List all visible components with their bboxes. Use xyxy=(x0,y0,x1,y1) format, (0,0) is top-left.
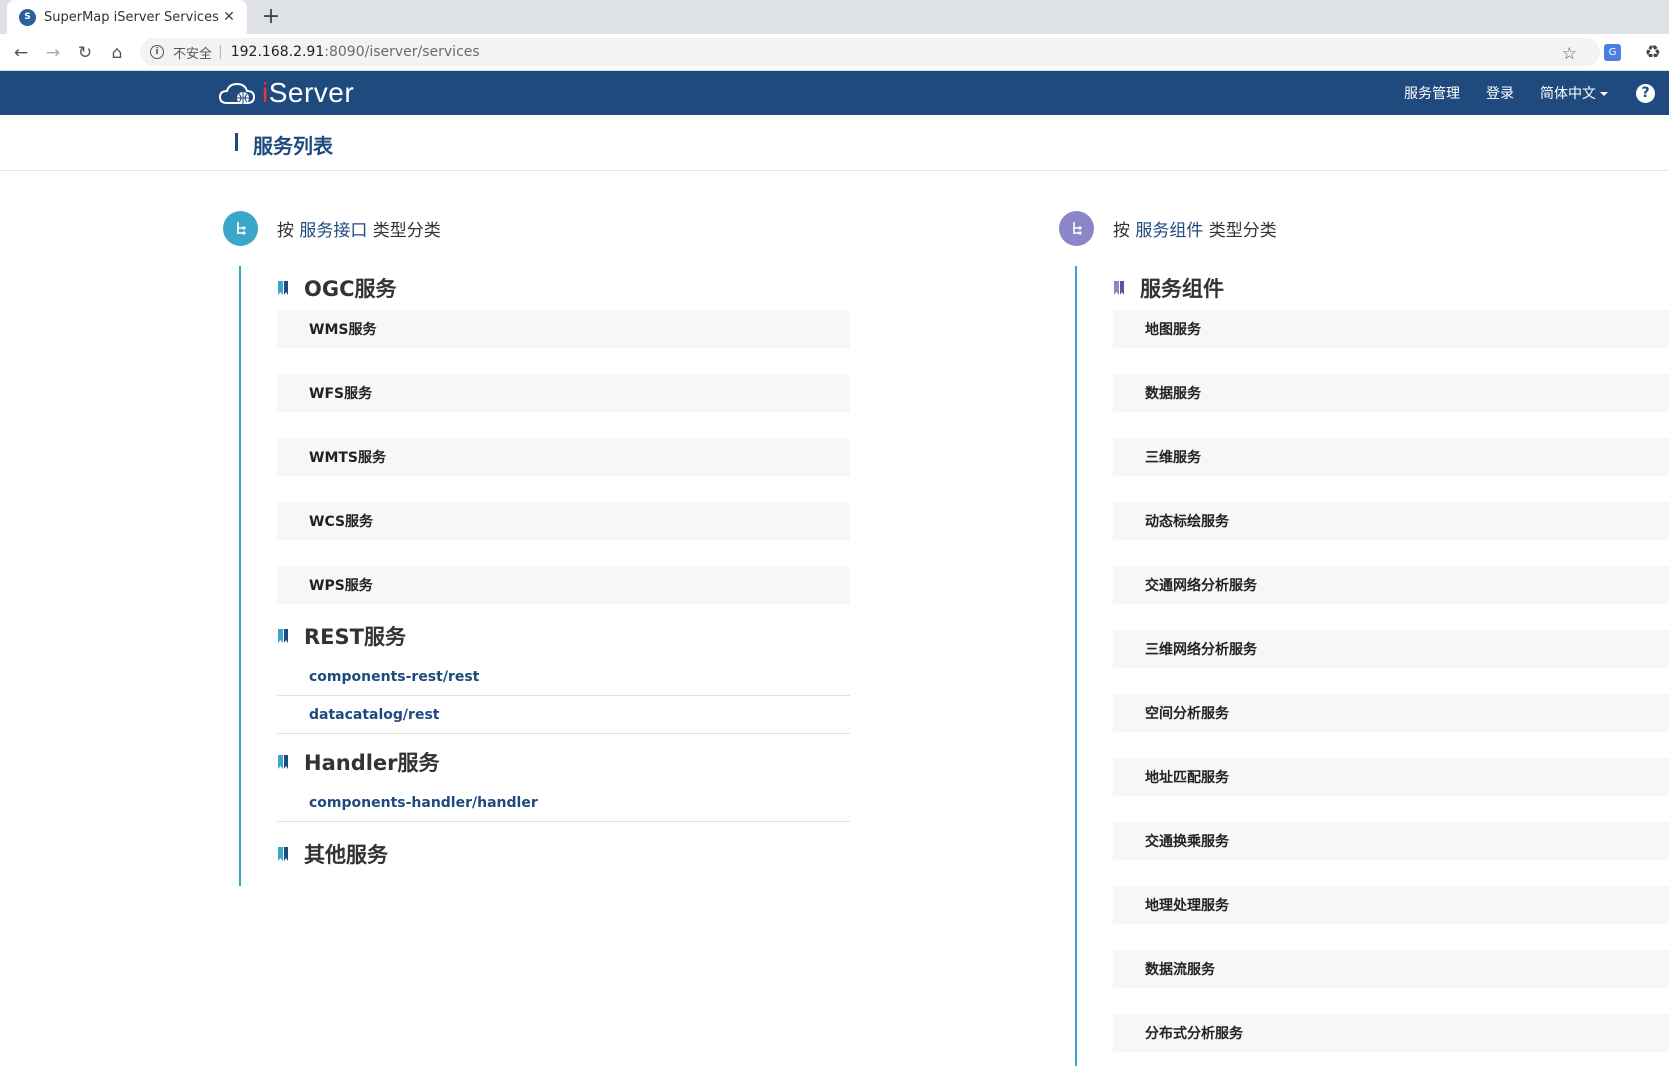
translate-extension-icon[interactable]: G xyxy=(1604,44,1621,61)
section-title: 其他服务 xyxy=(304,843,388,867)
logo-text: iServer xyxy=(262,77,355,108)
language-dropdown[interactable]: 简体中文 xyxy=(1540,83,1608,103)
browser-tabstrip: S SuperMap iServer Services ✕ + xyxy=(0,0,1669,34)
bookmark-icon xyxy=(278,628,288,643)
component-item-data-flow[interactable]: 数据流服务 xyxy=(1113,950,1669,988)
component-item-address-match[interactable]: 地址匹配服务 xyxy=(1113,758,1669,796)
tree-branch-icon xyxy=(1059,210,1094,246)
service-component-column: 按 服务组件 类型分类 服务组件 地图服务 数据服务 三维服务 动态标绘服务 交… xyxy=(1059,210,1669,1066)
header-nav: 服务管理 登录 简体中文 ? xyxy=(1378,71,1655,115)
service-item-wmts[interactable]: WMTS服务 xyxy=(277,438,850,476)
tab-title: SuperMap iServer Services xyxy=(44,9,219,25)
rest-link-components[interactable]: components-rest/rest xyxy=(277,658,850,696)
browser-toolbar: ← → ↻ ⌂ i 不安全 | 192.168.2.91 :8090/iserv… xyxy=(0,34,1669,71)
app-header: iServer 服务管理 登录 简体中文 ? xyxy=(0,71,1669,115)
section-heading: Handler服务 xyxy=(277,744,853,780)
column-heading: 按 服务接口 类型分类 xyxy=(223,210,853,246)
service-item-wps[interactable]: WPS服务 xyxy=(277,566,850,604)
component-item-spatial-analysis[interactable]: 空间分析服务 xyxy=(1113,694,1669,732)
component-item-data[interactable]: 数据服务 xyxy=(1113,374,1669,412)
ogc-group: OGC服务 WMS服务 WFS服务 WMTS服务 WCS服务 WPS服务 xyxy=(241,270,853,618)
tree-branch-icon xyxy=(223,210,258,246)
handler-link-components[interactable]: components-handler/handler xyxy=(277,784,850,822)
section-heading[interactable]: 其他服务 xyxy=(277,836,853,872)
section-heading: 服务组件 xyxy=(1113,270,1669,306)
handler-group: Handler服务 components-handler/handler xyxy=(241,738,853,826)
component-item-transfer[interactable]: 交通换乘服务 xyxy=(1113,822,1669,860)
info-icon[interactable]: i xyxy=(150,45,164,59)
service-interface-column: 按 服务接口 类型分类 OGC服务 WMS服务 WFS服务 WMTS服务 WCS… xyxy=(223,210,853,886)
caret-down-icon xyxy=(1600,92,1608,96)
insecure-label: 不安全 xyxy=(173,46,213,62)
component-item-3d[interactable]: 三维服务 xyxy=(1113,438,1669,476)
page-title: 服务列表 xyxy=(253,134,333,158)
section-heading: OGC服务 xyxy=(277,270,853,306)
tab-close-icon[interactable]: ✕ xyxy=(221,9,237,25)
address-bar[interactable]: i 不安全 | 192.168.2.91 :8090/iserver/servi… xyxy=(140,38,1600,66)
service-item-wms[interactable]: WMS服务 xyxy=(277,310,850,348)
url-path: :8090/iserver/services xyxy=(324,44,480,60)
component-item-distributed-analysis[interactable]: 分布式分析服务 xyxy=(1113,1014,1669,1052)
rest-group: REST服务 components-rest/rest datacatalog/… xyxy=(241,618,853,738)
url-host: 192.168.2.91 xyxy=(230,44,325,60)
browser-tab[interactable]: S SuperMap iServer Services ✕ xyxy=(7,0,247,34)
reload-icon[interactable]: ↻ xyxy=(73,41,97,65)
bookmark-icon xyxy=(278,754,288,769)
omnibox-divider: | xyxy=(218,44,223,60)
supermap-favicon-icon: S xyxy=(19,8,36,26)
section-title: Handler服务 xyxy=(304,751,440,775)
login-link[interactable]: 登录 xyxy=(1486,83,1514,103)
column-heading-text: 按 服务组件 类型分类 xyxy=(1113,220,1277,241)
bookmark-icon xyxy=(1114,280,1124,295)
other-group: 其他服务 xyxy=(241,826,853,880)
component-item-3d-network[interactable]: 三维网络分析服务 xyxy=(1113,630,1669,668)
title-marker xyxy=(235,133,238,151)
iserver-logo[interactable]: iServer xyxy=(218,76,354,110)
component-item-geoprocessing[interactable]: 地理处理服务 xyxy=(1113,886,1669,924)
column-heading: 按 服务组件 类型分类 xyxy=(1059,210,1669,246)
help-icon[interactable]: ? xyxy=(1636,83,1655,103)
section-title: REST服务 xyxy=(304,625,406,649)
section-title: OGC服务 xyxy=(304,277,397,301)
component-item-transport-network[interactable]: 交通网络分析服务 xyxy=(1113,566,1669,604)
page-title-bar: 服务列表 xyxy=(0,115,1669,171)
bookmark-icon xyxy=(278,846,288,861)
column-body: OGC服务 WMS服务 WFS服务 WMTS服务 WCS服务 WPS服务 RES… xyxy=(239,266,853,886)
service-item-wcs[interactable]: WCS服务 xyxy=(277,502,850,540)
component-item-plotting[interactable]: 动态标绘服务 xyxy=(1113,502,1669,540)
column-heading-text: 按 服务接口 类型分类 xyxy=(277,220,441,241)
bookmark-icon xyxy=(278,280,288,295)
component-item-map[interactable]: 地图服务 xyxy=(1113,310,1669,348)
forward-arrow-icon[interactable]: → xyxy=(41,41,65,65)
cloud-globe-icon xyxy=(218,82,256,104)
bookmark-star-icon[interactable]: ☆ xyxy=(1562,44,1577,64)
back-arrow-icon[interactable]: ← xyxy=(9,41,33,65)
service-manage-link[interactable]: 服务管理 xyxy=(1404,83,1460,103)
section-heading: REST服务 xyxy=(277,618,853,654)
section-title: 服务组件 xyxy=(1140,277,1224,301)
recycle-extension-icon[interactable]: ♻ xyxy=(1645,42,1661,63)
new-tab-icon[interactable]: + xyxy=(259,4,283,30)
home-icon[interactable]: ⌂ xyxy=(105,41,129,65)
service-item-wfs[interactable]: WFS服务 xyxy=(277,374,850,412)
rest-link-datacatalog[interactable]: datacatalog/rest xyxy=(277,696,850,734)
column-body: 服务组件 地图服务 数据服务 三维服务 动态标绘服务 交通网络分析服务 三维网络… xyxy=(1075,266,1669,1066)
